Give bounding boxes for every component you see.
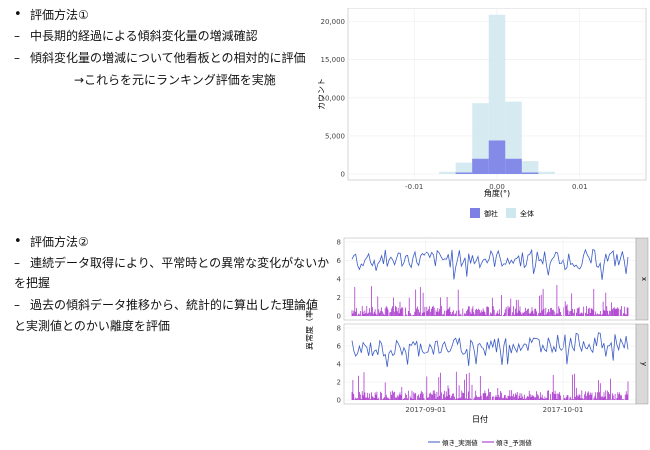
- legend-label-actual: 傾き_実測値: [442, 438, 478, 447]
- y-tick-label: 4: [337, 276, 342, 284]
- legend-swatch-own: [470, 208, 480, 218]
- section1-heading: 評価方法①: [30, 8, 89, 22]
- facet-panel-y: 0 2 4 6 8 y: [337, 323, 649, 405]
- section1-line3: →これらを元にランキング評価を実施: [74, 73, 276, 87]
- histogram-ylabel: カウント: [318, 78, 326, 110]
- section2-line2a: 過去の傾斜データ推移から、統計的に算出した理論値: [30, 298, 319, 312]
- x-tick-label: -0.01: [405, 183, 423, 191]
- bar-own: [505, 158, 522, 174]
- dash: –: [14, 51, 20, 65]
- dash: –: [14, 29, 20, 43]
- section1-line2: 傾斜変化量の増減について他看板との相対的に評価: [30, 51, 306, 65]
- legend-label-all: 全体: [520, 209, 534, 218]
- y-tick-label: 8: [337, 325, 341, 333]
- y-tick-label: 8: [337, 239, 341, 247]
- facet-label: y: [640, 362, 648, 366]
- dash: –: [14, 298, 20, 312]
- legend-label-predicted: 傾き_予測値: [496, 438, 532, 447]
- y-tick-label: 6: [337, 343, 342, 351]
- timeseries-chart: 02468x02468y2017-09-01 2017-10-01 異常度（率） …: [306, 237, 649, 447]
- section2-heading: 評価方法②: [30, 235, 89, 249]
- y-tick-label: 0: [341, 171, 345, 179]
- y-tick-label: 6: [337, 257, 342, 265]
- section2-line1b: を把握: [14, 276, 51, 290]
- section2-line2b: と実測値とのかい離度を評価: [14, 319, 170, 333]
- histogram-xlabel: 角度(°): [484, 188, 510, 198]
- x-tick-label: 2017-09-01: [405, 406, 446, 414]
- x-tick-label: 2017-10-01: [543, 406, 584, 414]
- y-tick-label: 15,000: [321, 56, 346, 64]
- y-tick-label: 4: [337, 361, 342, 369]
- y-tick-label: 20,000: [321, 18, 346, 26]
- bullet-dot: •: [14, 7, 22, 22]
- section2-line1a: 連続データ取得により、平常時との異常な変化がないか: [30, 256, 330, 270]
- y-tick-label: 5,000: [325, 132, 345, 140]
- timeseries-xlabel: 日付: [472, 414, 488, 424]
- facet-panel-x: 0 2 4 6 8 x: [337, 237, 649, 321]
- bar-all: [455, 162, 473, 174]
- section1-line1: 中長期的経過による傾斜変化量の増減確認: [30, 29, 258, 43]
- timeseries-legend: 傾き_実測値 傾き_予測値: [428, 438, 532, 447]
- legend-label-own: 御社: [484, 209, 498, 218]
- bar-own: [455, 172, 473, 174]
- bar-all: [521, 161, 539, 174]
- histogram-chart: 05,00010,00015,00020,000 -0.01 0.00 0.01 カ…: [318, 8, 647, 218]
- y-tick-label: 2: [337, 379, 341, 387]
- histogram-legend: 御社 全体: [470, 208, 534, 218]
- bar-all: [538, 171, 555, 174]
- y-tick-label: 2: [337, 294, 341, 302]
- legend-swatch-all: [506, 208, 516, 218]
- dash: –: [14, 256, 20, 270]
- bar-own: [488, 140, 506, 174]
- bar-all: [439, 171, 456, 174]
- bullet-dot: •: [14, 234, 22, 249]
- y-tick-label: 0: [337, 397, 341, 405]
- facet-label: x: [640, 277, 648, 281]
- x-tick-label: 0.01: [572, 183, 588, 191]
- bar-own: [472, 158, 489, 174]
- bar-own: [521, 172, 539, 174]
- y-tick-label: 0: [337, 313, 341, 321]
- timeseries-ylabel: 異常度（率）: [306, 302, 314, 350]
